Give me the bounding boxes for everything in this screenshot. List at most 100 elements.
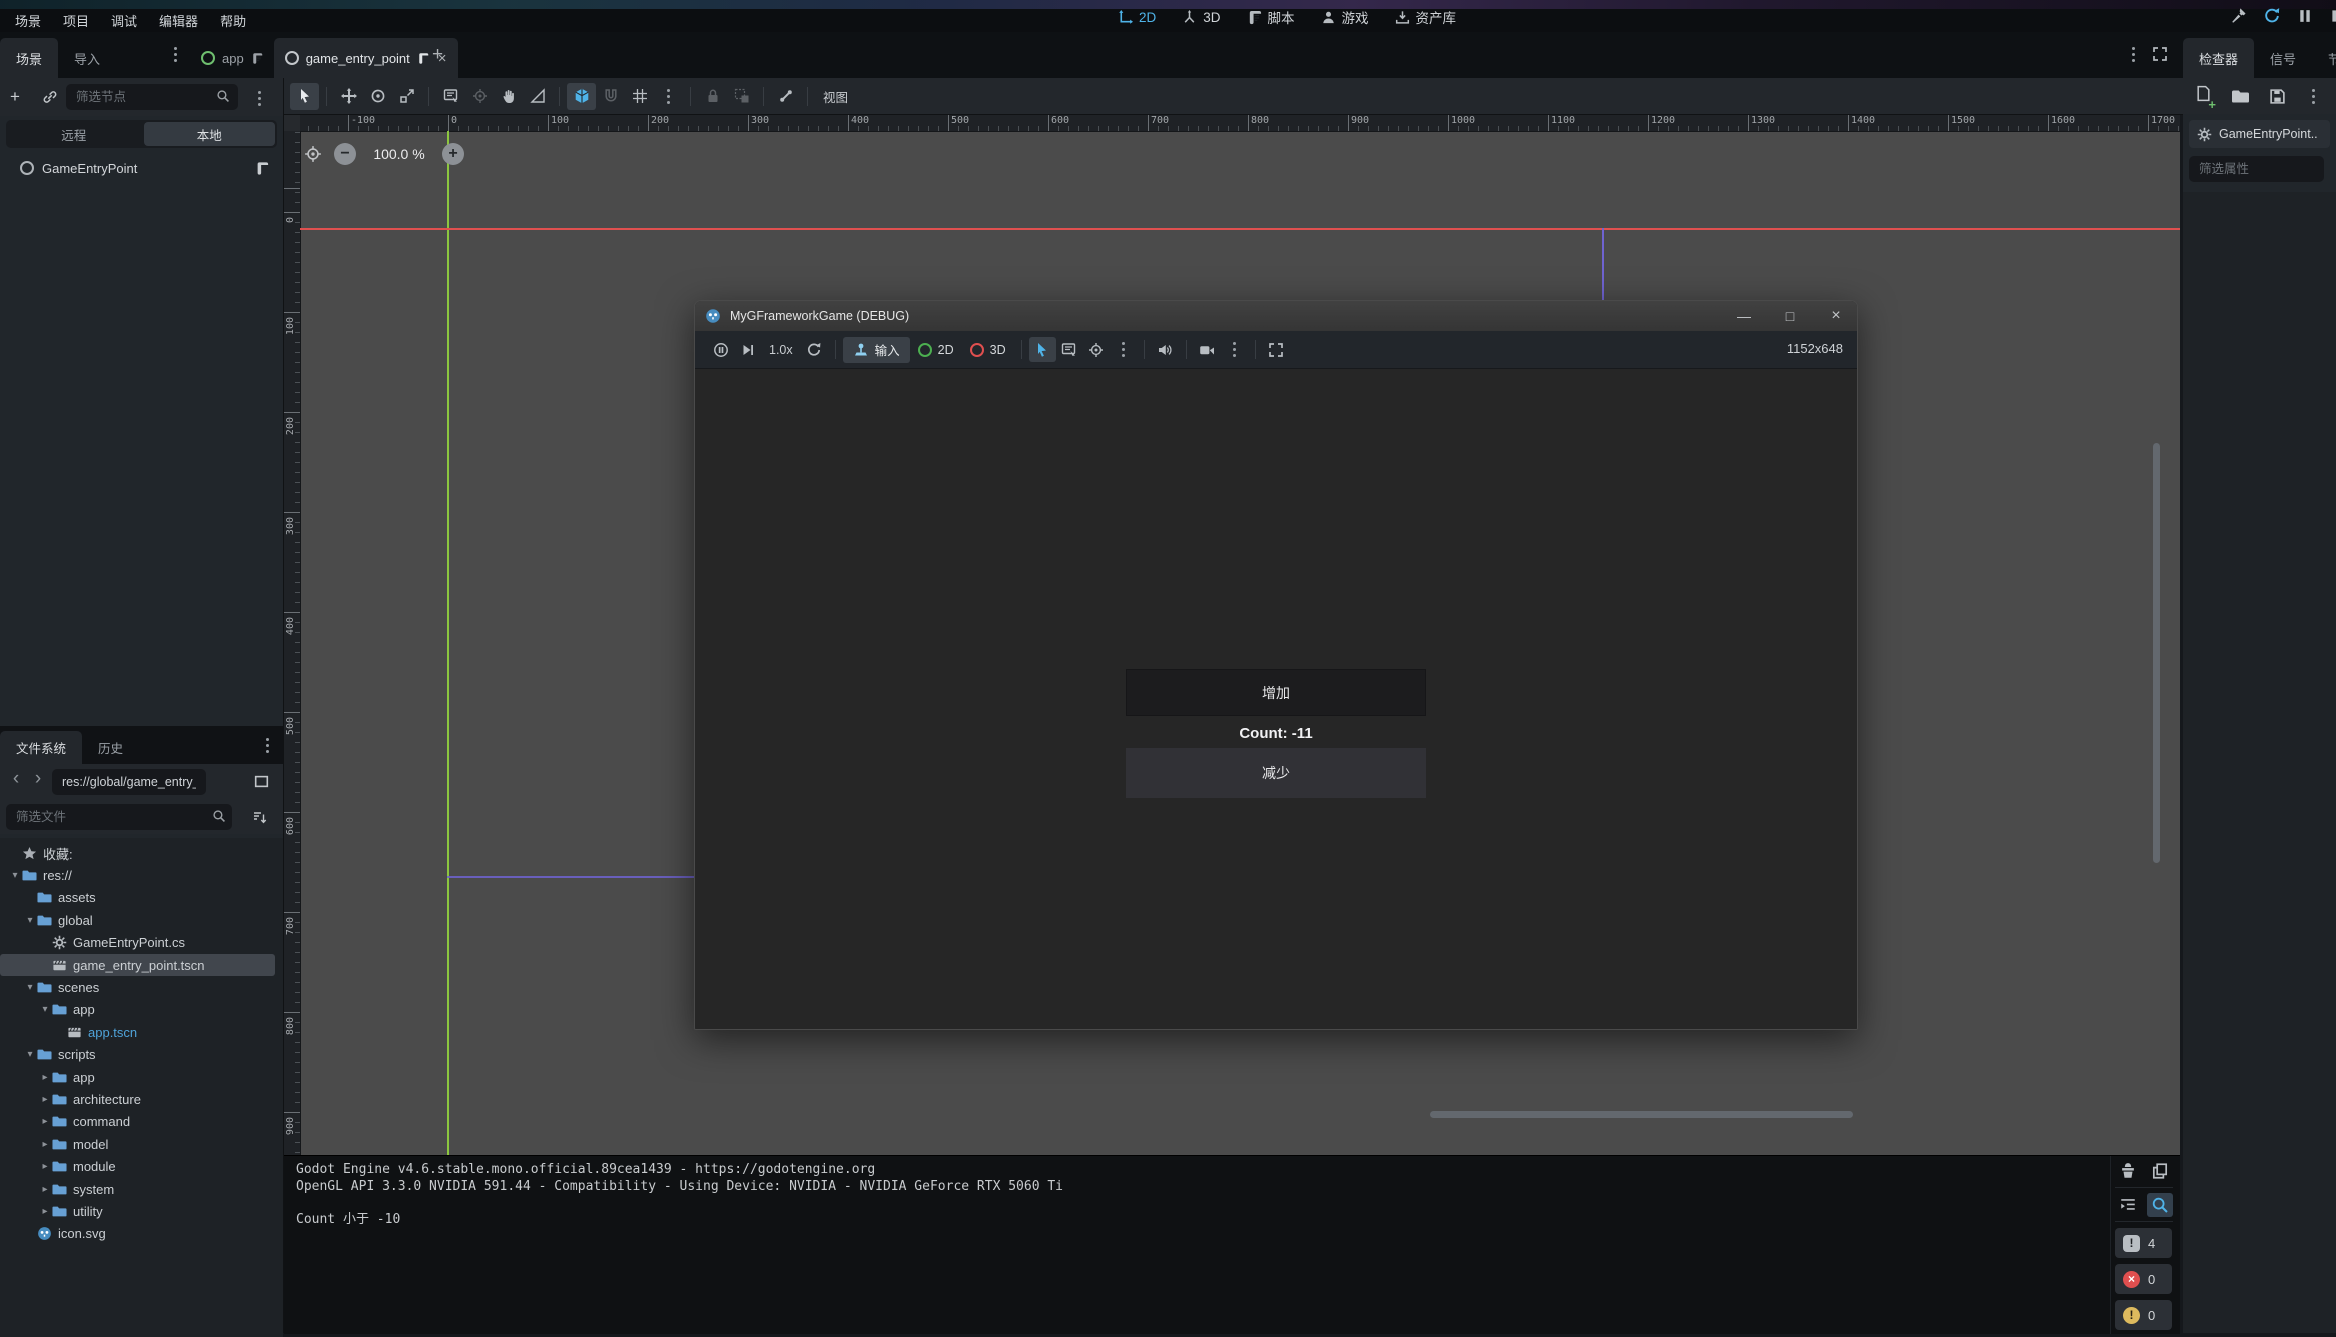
menu-help[interactable]: 帮助 [209,11,257,30]
back-button[interactable]: ‹ [6,768,26,790]
add-node-button[interactable]: + [10,89,20,105]
resource-options-menu-icon[interactable] [2312,95,2315,98]
pause-button[interactable] [2296,7,2314,25]
workspace-2d[interactable]: 2D [1118,10,1156,25]
chevron-icon[interactable] [38,1161,52,1172]
expand-editor-icon[interactable] [2152,46,2168,62]
tree-item-command[interactable]: command [0,1111,275,1133]
search-output-icon[interactable] [2147,1193,2173,1217]
speed-label[interactable]: 1.0x [761,343,801,357]
tab-signals[interactable]: 信号 [2254,38,2312,78]
chevron-icon[interactable] [38,1094,52,1105]
camera-3d-button[interactable]: 3D [962,343,1014,357]
workspace-assetlib[interactable]: 资产库 [1395,7,1457,27]
increase-button[interactable]: 增加 [1126,669,1426,716]
tab-node[interactable]: 节点 [2312,38,2336,78]
tree-item-scenes[interactable]: scenes [0,976,275,998]
filter-properties-input[interactable] [2189,156,2324,182]
vertical-scrollbar[interactable] [2153,443,2160,863]
local-toggle[interactable]: 本地 [144,122,276,146]
tree-item-gameentrypoint-cs[interactable]: GameEntryPoint.cs [0,932,275,954]
instance-scene-icon[interactable] [42,89,58,105]
camera-override-button[interactable] [1083,337,1110,362]
skeleton-options-button[interactable] [771,83,800,110]
tab-scene[interactable]: 场景 [0,38,58,78]
ruler-tool-button[interactable] [523,83,552,110]
chevron-icon[interactable] [23,915,37,926]
filter-nodes-input[interactable] [66,84,238,110]
horizontal-scrollbar[interactable] [1430,1111,1853,1118]
load-resource-icon[interactable] [2232,88,2249,105]
group-button[interactable] [727,83,756,110]
game-window-titlebar[interactable]: MyGFrameworkGame (DEBUG) — □ × [695,301,1857,331]
zoom-in-button[interactable]: + [442,143,464,165]
grid-snap-button[interactable] [596,83,625,110]
zoom-out-button[interactable]: − [334,143,356,165]
run-tool-button[interactable] [2230,7,2248,25]
mute-audio-button[interactable] [1152,337,1179,362]
tree-item-system[interactable]: system [0,1178,275,1200]
tree-item-favorites[interactable]: 收藏: [0,842,275,864]
chevron-icon[interactable] [38,1072,52,1083]
tree-item-app-tscn[interactable]: app.tscn [0,1021,275,1043]
tree-item-model[interactable]: model [0,1133,275,1155]
decrease-button[interactable]: 减少 [1126,748,1426,798]
workspace-game[interactable]: 游戏 [1321,7,1369,27]
dock-tabs-menu-icon[interactable] [174,53,177,56]
next-frame-button[interactable] [734,337,761,362]
filesystem-menu-icon[interactable] [266,744,269,747]
filter-files-input[interactable] [6,804,232,830]
select-tool-button[interactable] [290,83,319,110]
select-mode-button[interactable] [1029,337,1056,362]
minimize-button[interactable]: — [1727,301,1761,331]
smart-snap-button[interactable] [567,83,596,110]
script-icon[interactable] [255,161,269,176]
reload-project-button[interactable] [2263,7,2281,25]
input-toggle-button[interactable]: 输入 [843,337,910,363]
tree-item-game-entry-point-tscn[interactable]: game_entry_point.tscn [0,954,275,976]
forward-button[interactable]: › [28,768,48,790]
tab-filesystem[interactable]: 文件系统 [0,731,82,764]
tab-import[interactable]: 导入 [58,38,116,78]
restart-game-button[interactable] [801,337,828,362]
chevron-icon[interactable] [23,1049,37,1060]
node-list-button[interactable] [1056,337,1083,362]
debugger-badge[interactable]: !4 [2115,1228,2172,1258]
tab-history[interactable]: 历史 [82,731,139,764]
tree-item-icon-svg[interactable]: icon.svg [0,1223,275,1245]
scene-tree-root-row[interactable]: GameEntryPoint [0,154,283,182]
scene-tabs-menu-icon[interactable] [2132,53,2135,56]
tree-item-scripts-app[interactable]: app [0,1066,275,1088]
chevron-icon[interactable] [38,1184,52,1195]
sort-files-icon[interactable] [252,809,268,825]
chevron-icon[interactable] [23,982,37,993]
workspace-script[interactable]: 脚本 [1247,7,1295,27]
scene-tab-game-entry-point[interactable]: game_entry_point× [274,38,458,78]
remote-toggle[interactable]: 远程 [8,122,140,146]
pan-tool-button[interactable] [494,83,523,110]
close-button[interactable]: × [1819,301,1853,331]
zoom-level-label[interactable]: 100.0 % [368,146,430,162]
rotate-tool-button[interactable] [363,83,392,110]
menu-scene[interactable]: 场景 [4,11,52,30]
edited-resource-bar[interactable]: GameEntryPoint.. [2189,120,2330,148]
chevron-icon[interactable] [38,1139,52,1150]
tree-item-scenes-app[interactable]: app [0,999,275,1021]
tab-inspector[interactable]: 检查器 [2183,38,2254,78]
snap-options-menu[interactable] [654,83,683,110]
maximize-button[interactable]: □ [1773,301,1807,331]
chevron-icon[interactable] [8,870,22,881]
view-menu-button[interactable]: 视图 [815,87,856,106]
save-resource-icon[interactable] [2269,88,2286,105]
suspend-button[interactable] [707,337,734,362]
tree-item-res[interactable]: res:// [0,864,275,886]
errors-badge[interactable]: ×0 [2115,1264,2172,1294]
collapse-output-icon[interactable] [2119,1196,2137,1214]
chevron-icon[interactable] [38,1206,52,1217]
tree-item-global[interactable]: global [0,909,275,931]
path-input[interactable] [52,769,206,795]
menu-project[interactable]: 项目 [52,11,100,30]
center-view-icon[interactable] [304,145,322,163]
camera-2d-button[interactable]: 2D [910,343,962,357]
fullscreen-button[interactable] [1263,337,1290,362]
